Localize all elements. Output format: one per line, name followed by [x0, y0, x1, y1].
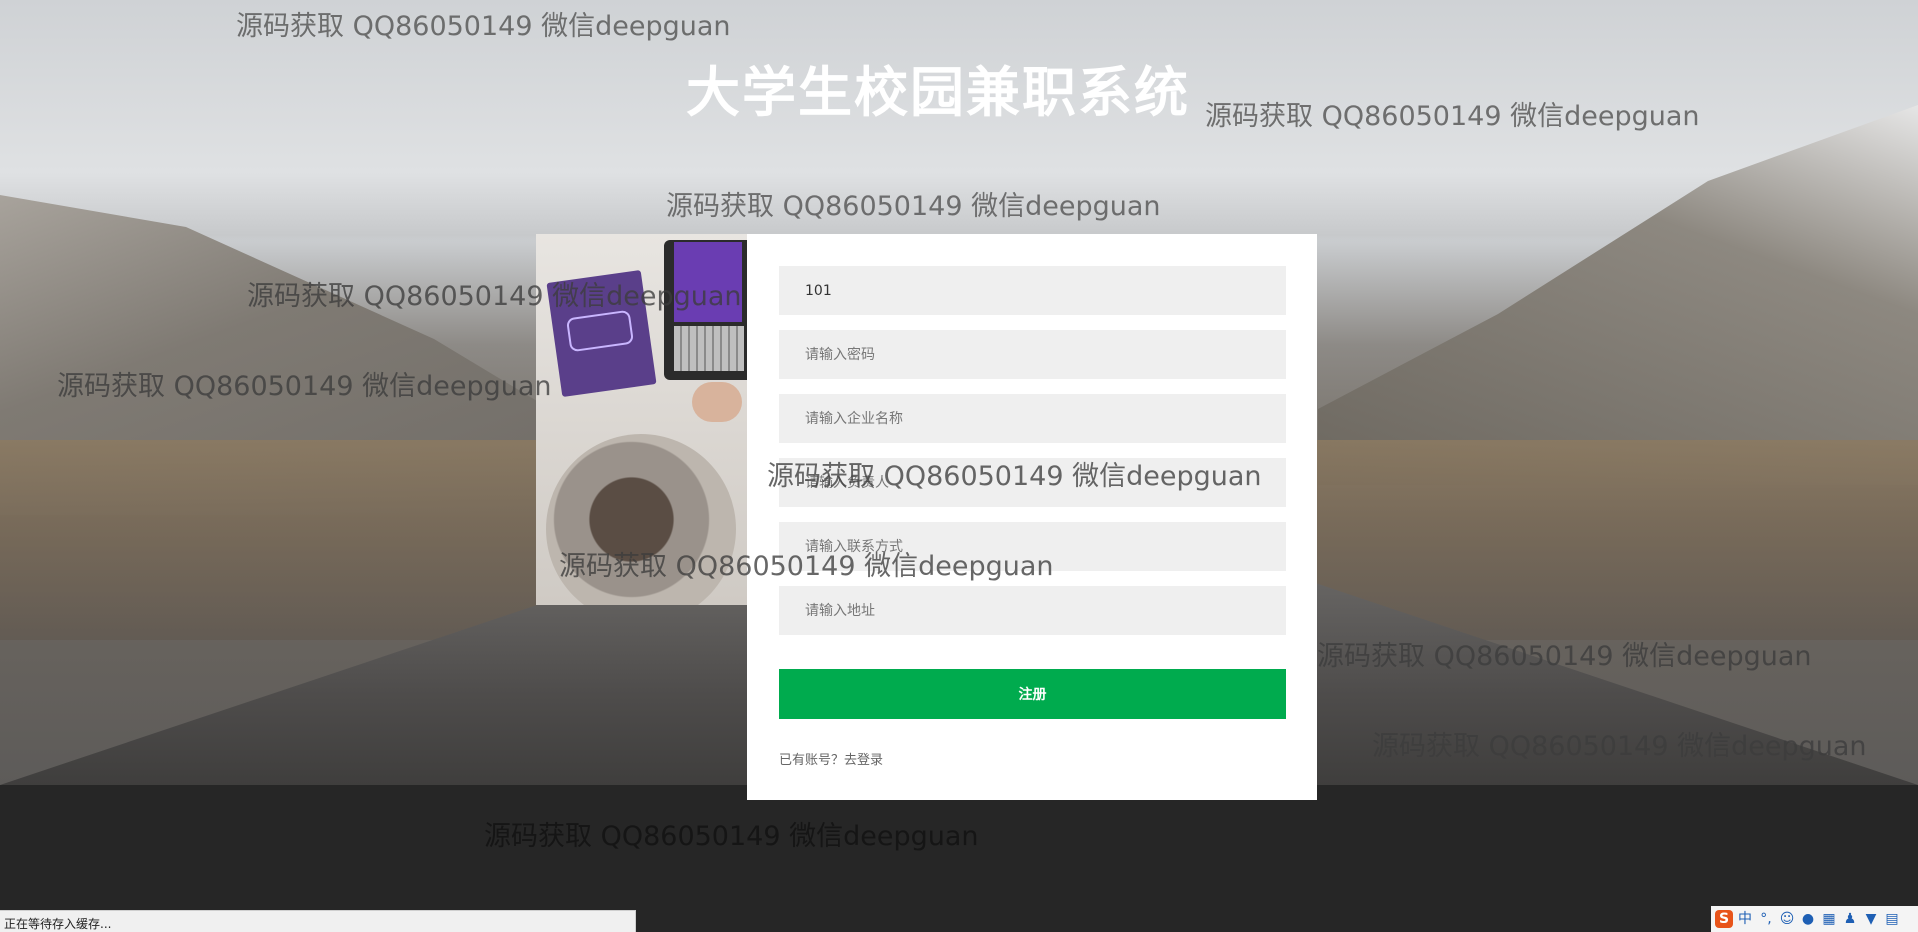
skin-icon[interactable]: ▼ [1862, 910, 1880, 928]
register-form: 注册 已有账号？去登录 [747, 234, 1317, 800]
sogou-logo-icon[interactable]: S [1715, 910, 1733, 928]
page-title: 大学生校园兼职系统 [686, 61, 1190, 124]
page: 大学生校园兼职系统 注册 已有账号？去登录 源码获取 QQ86050149 微信… [0, 0, 1918, 932]
background-mountain-right [1318, 105, 1918, 485]
ime-toolbar[interactable]: S 中 °, ☺ ● ▦ ♟ ▼ ▤ [1711, 906, 1918, 932]
toolbox-icon[interactable]: ▤ [1883, 910, 1901, 928]
ime-mode-toggle[interactable]: 中 [1736, 910, 1754, 928]
register-button[interactable]: 注册 [779, 669, 1286, 719]
side-photo [536, 234, 747, 605]
photo-laptop-screen [674, 242, 742, 322]
company-name-input[interactable] [779, 394, 1286, 443]
punctuation-toggle[interactable]: °, [1757, 910, 1775, 928]
password-input[interactable] [779, 330, 1286, 379]
contact-person-input[interactable] [779, 458, 1286, 507]
phone-input[interactable] [779, 522, 1286, 571]
address-input[interactable] [779, 586, 1286, 635]
user-icon[interactable]: ♟ [1841, 910, 1859, 928]
keyboard-icon[interactable]: ▦ [1820, 910, 1838, 928]
login-link[interactable]: 已有账号？去登录 [779, 749, 883, 768]
microphone-icon[interactable]: ● [1799, 910, 1817, 928]
photo-hand [692, 382, 742, 422]
browser-status-bar: 正在等待存入缓存... [0, 910, 636, 932]
emoji-icon[interactable]: ☺ [1778, 910, 1796, 928]
photo-laptop-keyboard [674, 326, 744, 371]
username-input[interactable] [779, 266, 1286, 315]
